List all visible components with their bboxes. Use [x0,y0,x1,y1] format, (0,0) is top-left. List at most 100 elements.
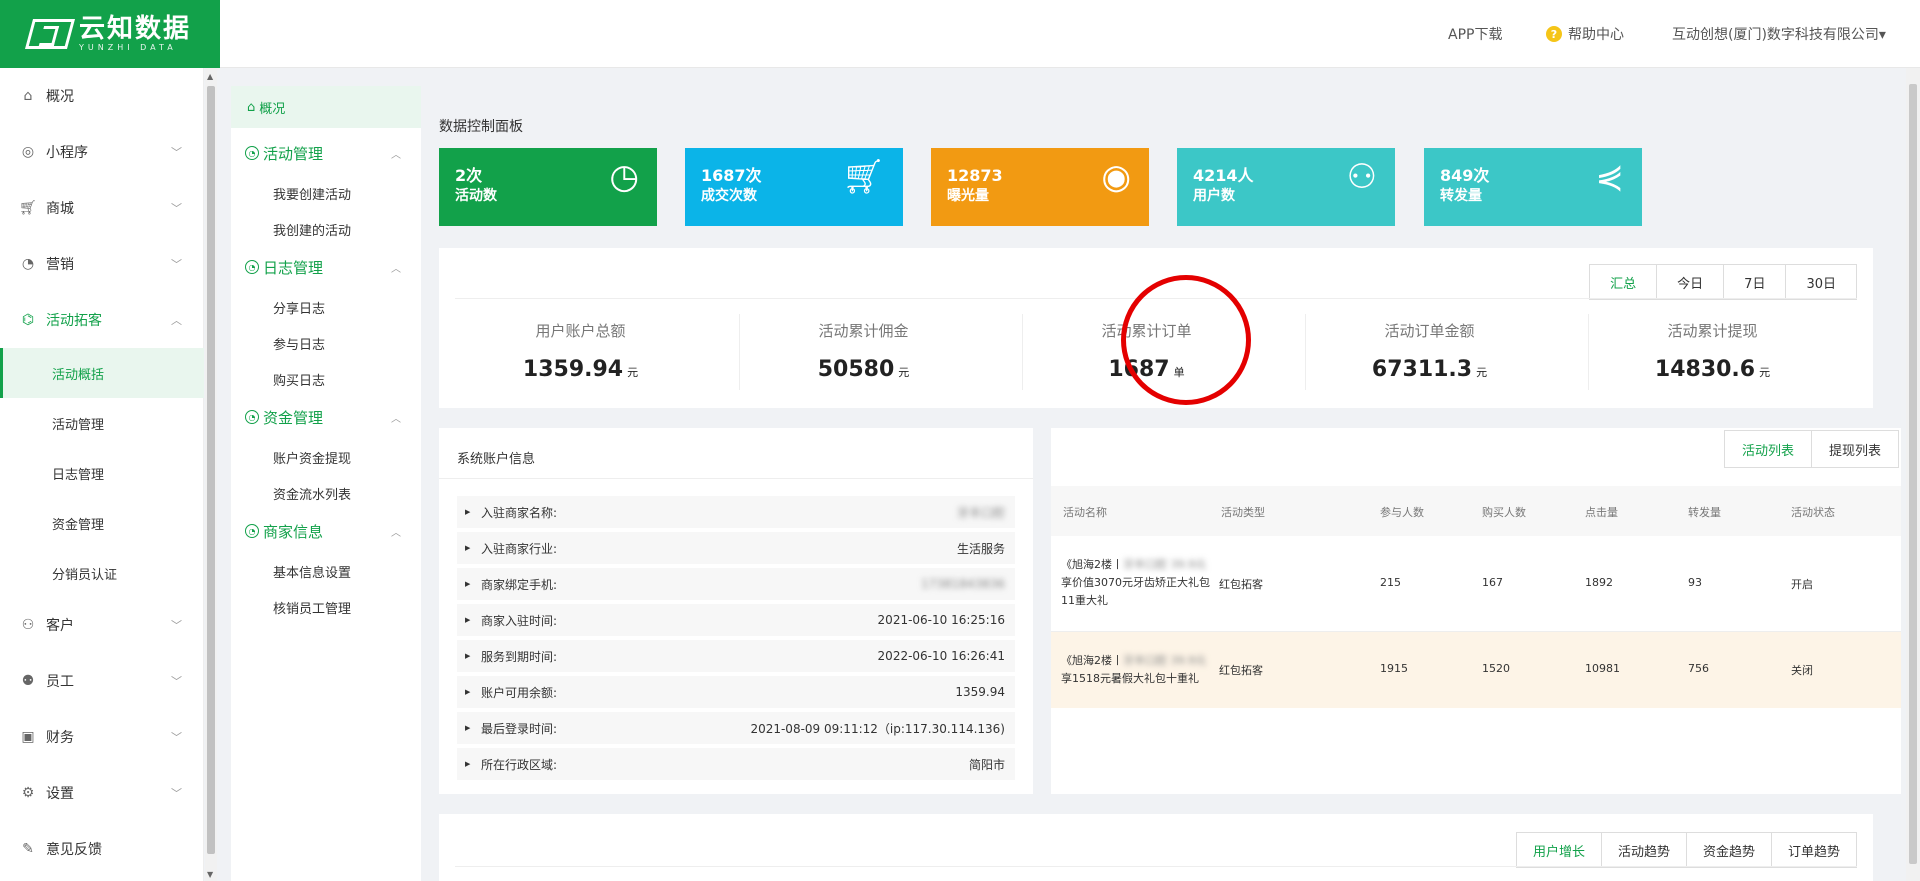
app-download-link[interactable]: APP下载 [1448,24,1502,44]
info-value: 2021-06-10 16:25:16 [877,613,1005,627]
info-row[interactable]: ▶ 最后登录时间: 2021-08-09 09:11:12（ip:117.30.11… [457,712,1015,744]
sidebar-item-miniprogram[interactable]: ◎ 小程序 ﹀ [0,132,204,172]
caret-right-icon: ▶ [465,688,471,696]
submenu-item-withdraw[interactable]: 账户资金提现 [273,442,351,472]
column-header: 活动状态 [1791,506,1835,519]
activity-tabs: 活动列表 提现列表 [1723,430,1899,468]
info-row[interactable]: ▶ 服务到期时间: 2022-06-10 16:26:41 [457,640,1015,672]
panel-title: 系统账户信息 [457,452,536,467]
info-label: 入驻商家行业: [481,541,558,556]
sidebar-item-overview[interactable]: ⌂ 概况 [0,76,204,116]
metric-value: 14830.6 [1654,357,1756,382]
sidebar-item-mall[interactable]: 🛒︎ 商城 ﹀ [0,188,204,228]
submenu-group-label: 商家信息 [263,522,324,541]
logo[interactable]: 云知数据 YUNZHI DATA [0,0,220,68]
info-row[interactable]: ▶ 商家入驻时间: 2021-06-10 16:25:16 [457,604,1015,636]
caret-right-icon: ▶ [465,652,471,660]
tab-summary[interactable]: 汇总 [1590,265,1656,299]
company-dropdown[interactable]: 互动创想(厦门)数字科技有限公司▾ [1672,24,1886,44]
chevron-up-icon: ︿ [391,263,401,275]
info-row[interactable]: ▶ 所在行政区域: 简阳市 [457,748,1015,780]
tab-activity-trend[interactable]: 活动趋势 [1600,833,1686,867]
info-row[interactable]: ▶ 商家绑定手机: 17381843836 [457,568,1015,600]
group-icon: ◔ [245,260,259,274]
feedback-icon: ✎ [22,841,34,857]
sidebar-item-feedback[interactable]: ✎ 意见反馈 [0,829,204,869]
user-icon: ⚇ [1346,157,1377,197]
gear-icon: ⚙ [21,785,35,801]
tab-withdraw-list[interactable]: 提现列表 [1810,431,1898,467]
metric-unit: 元 [627,366,639,379]
submenu-group-label: 日志管理 [263,258,324,277]
activity-name: 《旭海2楼丨牙丰口腔 39.9元 享1518元暑假大礼包十重礼 [1061,654,1206,685]
metric-value: 67311.3 [1371,357,1473,382]
submenu-overview[interactable]: ⌂ 概况 [231,86,421,128]
page-scroll-thumb[interactable] [1909,84,1917,864]
join-count: 215 [1380,576,1401,589]
submenu-item-fund-flow[interactable]: 资金流水列表 [273,478,351,508]
info-row[interactable]: ▶ 账户可用余额: 1359.94 [457,676,1015,708]
scroll-up-icon[interactable]: ▲ [207,72,213,81]
caret-right-icon: ▶ [465,580,471,588]
table-row[interactable]: 《旭海2楼丨牙丰口腔 39.9元 享1518元暑假大礼包十重礼 红包拓客 191… [1051,632,1901,708]
sidebar-item-settings[interactable]: ⚙ 设置 ﹀ [0,773,204,813]
group-icon: ◔ [245,410,259,424]
metric-title: 活动订单金额 [1384,322,1475,340]
activity-name: 《旭海2楼丨牙丰口腔 39.9元 享价值3070元牙齿矫正大礼包11重大礼 [1061,558,1210,607]
submenu-item-create-activity[interactable]: 我要创建活动 [273,178,351,208]
tab-today[interactable]: 今日 [1656,265,1723,299]
submenu-group-log[interactable]: ◔ 日志管理 ︿ [231,252,421,282]
top-bar: 云知数据 YUNZHI DATA APP下载 ? 帮助中心 互动创想(厦门)数字… [0,0,1920,68]
column-header: 购买人数 [1482,506,1526,519]
chevron-up-icon: ︿ [391,527,401,539]
sidebar-item-marketing[interactable]: ◔ 营销 ﹀ [0,244,204,284]
tab-7days[interactable]: 7日 [1723,265,1785,299]
sidebar-item-finance[interactable]: ▣ 财务 ﹀ [0,717,204,757]
tab-fund-trend[interactable]: 资金趋势 [1685,833,1771,867]
info-value: 17381843836 [921,577,1005,591]
sidebar-scrollbar[interactable]: ▲ ▼ [205,68,217,881]
stat-card-activities: 2次 活动数 ◷ [439,148,657,226]
info-label: 商家绑定手机: [481,577,558,592]
sidebar-subitem-distributor-cert[interactable]: 分销员认证 [0,548,204,598]
tab-order-trend[interactable]: 订单趋势 [1770,833,1856,867]
info-value: 牙丰口腔 [956,505,1005,520]
submenu-group-activity[interactable]: ◔ 活动管理 ︿ [231,138,421,168]
metric-unit: 元 [1476,366,1488,379]
clock-icon: ◷ [609,157,639,197]
metric-title: 活动累计提现 [1667,322,1758,340]
submenu-item-join-log[interactable]: 参与日志 [273,328,325,358]
sidebar-subitem-activity-overview[interactable]: 活动概括 [0,348,204,398]
tab-30days[interactable]: 30日 [1785,265,1856,299]
logo-subtitle: YUNZHI DATA [78,43,177,52]
column-header: 活动名称 [1063,506,1107,519]
submenu-item-my-activities[interactable]: 我创建的活动 [273,214,351,244]
sidebar-scroll-thumb[interactable] [207,86,215,854]
scroll-down-icon[interactable]: ▼ [207,870,213,879]
submenu-item-share-log[interactable]: 分享日志 [273,292,325,322]
metric-value: 1359.94 [522,357,624,382]
sidebar-item-staff[interactable]: ⚉ 员工 ﹀ [0,661,204,701]
submenu-group-merchant[interactable]: ◔ 商家信息 ︿ [231,516,421,546]
help-center-link[interactable]: ? 帮助中心 [1546,24,1624,44]
submenu-item-verify-staff[interactable]: 核销员工管理 [273,592,351,622]
submenu-item-buy-log[interactable]: 购买日志 [273,364,325,394]
sidebar-subitem-activity-manage[interactable]: 活动管理 [0,398,204,448]
sidebar-item-activity[interactable]: ⌬ 活动拓客 ︿ [0,300,204,340]
logo-mark-icon [24,19,76,49]
sidebar-subitem-log-manage[interactable]: 日志管理 [0,448,204,498]
stat-card-shares: 849次 转发量 ⋞ [1424,148,1642,226]
submenu-group-fund[interactable]: ◔ 资金管理 ︿ [231,402,421,432]
column-header: 点击量 [1585,506,1618,519]
chevron-up-icon: ︿ [171,314,182,327]
info-row[interactable]: ▶ 入驻商家名称: 牙丰口腔 [457,496,1015,528]
table-row[interactable]: 《旭海2楼丨牙丰口腔 39.9元 享价值3070元牙齿矫正大礼包11重大礼 红包… [1051,536,1901,632]
stat-card-deals: 1687次 成交次数 🛒︎ [685,148,903,226]
sidebar-subitem-fund-manage[interactable]: 资金管理 [0,498,204,548]
info-row[interactable]: ▶ 入驻商家行业: 生活服务 [457,532,1015,564]
tab-activity-list[interactable]: 活动列表 [1725,431,1811,467]
tab-user-growth[interactable]: 用户增长 [1517,833,1601,867]
sidebar-item-customer[interactable]: ⚇ 客户 ﹀ [0,605,204,645]
page-scrollbar[interactable] [1906,68,1920,881]
submenu-item-basic-info[interactable]: 基本信息设置 [273,556,351,586]
